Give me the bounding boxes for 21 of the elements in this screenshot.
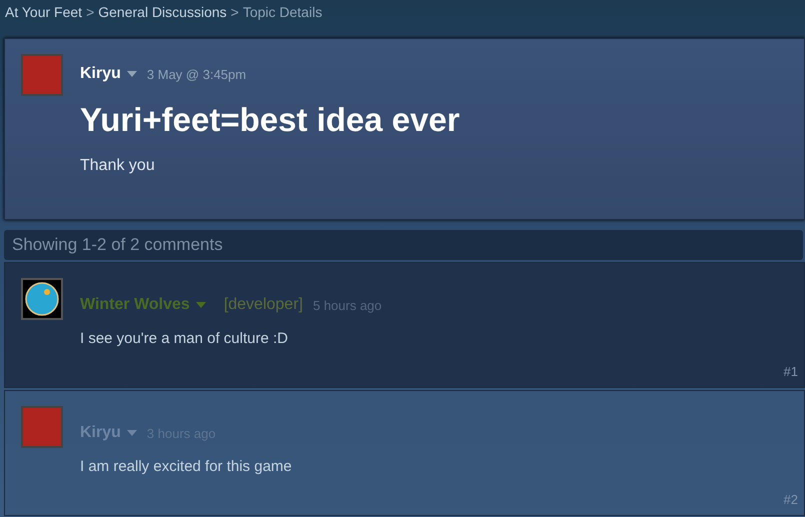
comment-number[interactable]: #2 [784, 492, 798, 507]
breadcrumb-link[interactable]: At Your Feet [5, 4, 82, 26]
post-time: 3 May @ 3:45pm [146, 66, 246, 82]
avatar-photo-placeholder[interactable] [21, 406, 63, 448]
comment-number[interactable]: #1 [784, 364, 798, 379]
caret-icon[interactable] [126, 430, 137, 436]
breadcrumb-separator: > [230, 4, 239, 22]
caret-icon[interactable] [126, 71, 137, 77]
comments-count: Showing 1-2 of 2 comments [4, 230, 803, 260]
avatar-photo-placeholder[interactable] [21, 54, 63, 96]
breadcrumb-separator: > [86, 4, 94, 22]
comment-text: I see you're a man of culture :D [80, 330, 289, 347]
breadcrumb-link[interactable]: General Discussions [98, 4, 227, 26]
developer-tag: [developer] [224, 296, 303, 314]
author-name[interactable]: Kiryu [80, 65, 121, 83]
avatar-logo[interactable] [21, 278, 63, 320]
comment-text: I am really excited for this game [80, 458, 293, 475]
post-body: Thank you [80, 157, 156, 175]
breadcrumb-link[interactable]: Topic Details [242, 4, 322, 26]
caret-icon[interactable] [196, 302, 206, 308]
topic-title: Yuri+feet=best idea ever [80, 101, 460, 139]
